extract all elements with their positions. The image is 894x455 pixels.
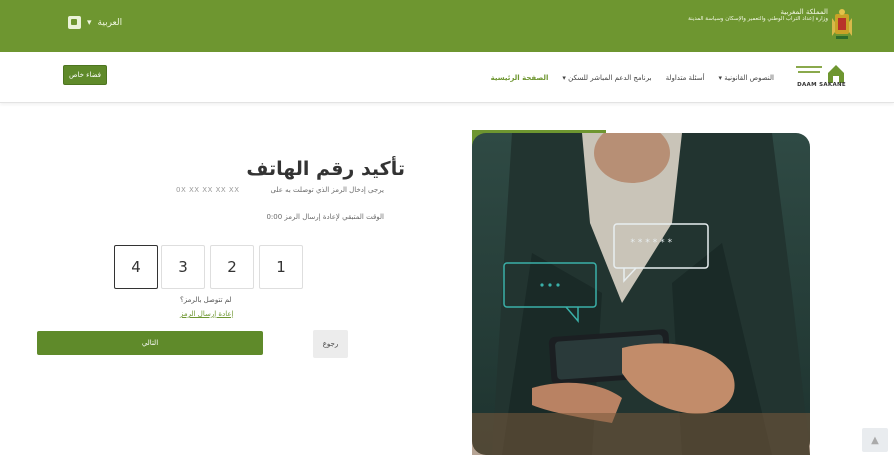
masked-phone-number: 0X XX XX XX XX bbox=[176, 186, 240, 194]
ministry-title: المملكة المغربية وزارة إعداد التراب الوط… bbox=[688, 9, 828, 23]
chevron-down-icon: ▾ bbox=[87, 17, 92, 28]
next-button[interactable]: التالي bbox=[37, 331, 263, 355]
phone-user-illustration bbox=[472, 133, 810, 455]
nav-item-home[interactable]: الصفحة الرئيسية bbox=[491, 74, 549, 82]
translate-icon bbox=[68, 16, 81, 29]
scroll-to-top-button[interactable]: ▲ bbox=[862, 428, 888, 452]
chevron-up-icon: ▲ bbox=[871, 434, 879, 446]
nav-item-support-program-label: برنامج الدعم المباشر للسكن bbox=[568, 74, 652, 82]
nav-item-faq[interactable]: أسئلة متداولة bbox=[666, 74, 705, 82]
personal-space-button[interactable]: فضاء خاص bbox=[63, 65, 107, 85]
language-label: العربية bbox=[97, 17, 123, 28]
resend-timer-text: الوقت المتبقي لإعادة إرسال الرمز 0:00 bbox=[266, 213, 384, 221]
page-title: تأكيد رقم الهاتف bbox=[246, 158, 405, 180]
resend-code-link[interactable]: إعادة إرسال الرمز bbox=[180, 310, 233, 318]
nav-item-support-program[interactable]: برنامج الدعم المباشر للسكن ▾ bbox=[562, 74, 651, 82]
nav-item-legal-texts-label: النصوص القانونية bbox=[724, 74, 774, 82]
top-header-bar bbox=[0, 0, 894, 52]
otp-digit-3[interactable]: 2 bbox=[210, 245, 254, 289]
otp-digit-4[interactable]: 1 bbox=[259, 245, 303, 289]
instruction-text: يرجى إدخال الرمز الذي توصلت به على bbox=[270, 186, 384, 194]
otp-digit-1[interactable]: 4 bbox=[114, 245, 158, 289]
no-code-text: لم تتوصل بالرمز؟ bbox=[180, 296, 232, 304]
nav-item-legal-texts[interactable]: النصوص القانونية ▾ bbox=[719, 74, 774, 82]
back-button[interactable]: رجوع bbox=[313, 330, 348, 358]
language-selector[interactable]: ▾ العربية bbox=[68, 16, 122, 29]
ministry-name: وزارة إعداد التراب الوطني والتعمير والإس… bbox=[688, 16, 828, 22]
ministry-country: المملكة المغربية bbox=[780, 8, 828, 16]
coat-of-arms-logo bbox=[832, 9, 852, 39]
main-menu: الصفحة الرئيسية برنامج الدعم المباشر للس… bbox=[491, 74, 774, 82]
brand-name: DAAM SAKANE bbox=[797, 82, 846, 88]
password-bubble-text: ****** bbox=[630, 238, 675, 248]
otp-digit-2[interactable]: 3 bbox=[161, 245, 205, 289]
